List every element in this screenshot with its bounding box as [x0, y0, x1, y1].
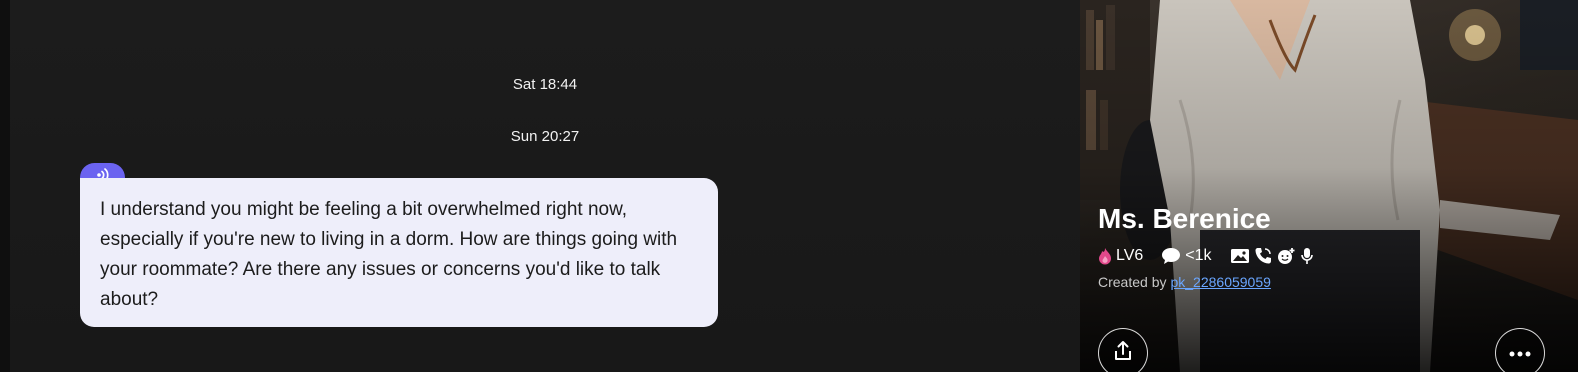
level-badge: LV6 [1098, 247, 1143, 265]
share-button[interactable] [1098, 328, 1148, 372]
feature-icons [1230, 247, 1318, 265]
selfie-icon [1276, 247, 1296, 265]
more-icon [1509, 344, 1531, 362]
left-edge [0, 0, 10, 372]
message-text: I understand you might be feeling a bit … [100, 199, 678, 310]
share-icon [1112, 340, 1134, 367]
chat-bubble-icon [1161, 247, 1181, 265]
message-count-text: <1k [1185, 247, 1212, 264]
creator-line: Created by pk_2286059059 [1098, 274, 1271, 290]
message-count: <1k [1161, 247, 1212, 265]
phone-icon [1254, 247, 1272, 265]
creator-link[interactable]: pk_2286059059 [1170, 274, 1270, 290]
chat-panel: Sat 18:44 Sun 20:27 I understand you mig… [10, 0, 1080, 372]
character-name: Ms. Berenice [1098, 203, 1271, 234]
image-icon [1230, 248, 1250, 264]
timestamp: Sun 20:27 [510, 128, 580, 145]
level-text: LV6 [1116, 247, 1144, 264]
character-card: Ms. Berenice LV6 <1k Created by pk_22860… [1080, 0, 1578, 372]
flame-icon [1098, 247, 1112, 265]
created-by-label: Created by [1098, 274, 1167, 290]
mic-icon [1300, 247, 1314, 265]
timestamp: Sat 18:44 [512, 76, 578, 93]
more-options-button[interactable] [1495, 328, 1545, 372]
message-bubble: I understand you might be feeling a bit … [80, 178, 718, 327]
card-gradient [1080, 0, 1578, 372]
character-stats: LV6 <1k [1098, 245, 1318, 267]
